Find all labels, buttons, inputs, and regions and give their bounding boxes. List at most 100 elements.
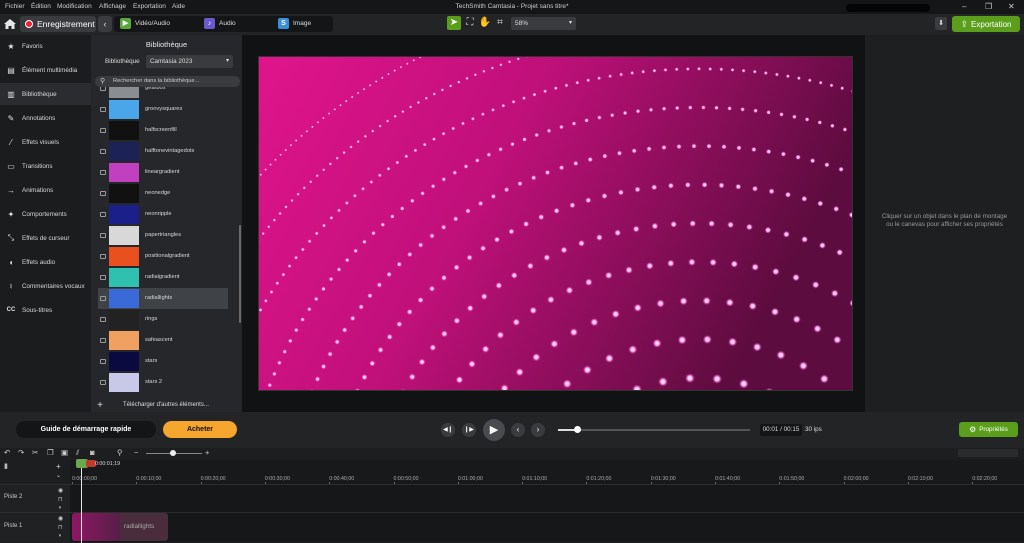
account-pill[interactable] [846, 4, 930, 12]
library-item[interactable]: papertriangles [98, 225, 228, 246]
item-checkbox[interactable] [100, 275, 106, 280]
item-checkbox[interactable] [100, 233, 106, 238]
download-icon[interactable]: ⬇ [935, 17, 947, 30]
item-checkbox[interactable] [100, 380, 106, 385]
sidebar-item-annotations[interactable]: ✎ Annotations [0, 107, 91, 129]
visibility-icon[interactable]: ◉ [58, 487, 63, 494]
copy-icon[interactable]: ❐ [47, 448, 54, 457]
select-arrow-icon[interactable]: ➤ [447, 16, 461, 30]
redo-icon[interactable]: ↷ [18, 448, 24, 457]
track-body-2[interactable] [70, 484, 1024, 514]
library-item[interactable]: radiallights [98, 288, 228, 309]
item-checkbox[interactable] [100, 107, 106, 112]
library-item[interactable]: halfscreenfill [98, 120, 228, 141]
sidebar-item-transitions[interactable]: ▭ Transitions [0, 155, 91, 177]
item-checkbox[interactable] [100, 254, 106, 259]
visibility-icon[interactable]: ◉ [58, 515, 63, 522]
library-item[interactable]: stars 2 [98, 372, 228, 393]
track-lock-icon[interactable]: ▮ [4, 462, 8, 470]
download-more-link[interactable]: Télécharger d'autres éléments... [123, 402, 209, 408]
add-track-icon[interactable]: + [56, 462, 61, 471]
cut-icon[interactable]: ✂ [32, 448, 38, 457]
library-item[interactable]: neonedge [98, 183, 228, 204]
item-checkbox[interactable] [100, 317, 106, 322]
timeline-options[interactable] [958, 449, 1018, 457]
item-checkbox[interactable] [100, 296, 106, 301]
properties-button[interactable]: ⚙ Propriétés [959, 422, 1018, 437]
sidebar-item-favorites[interactable]: ★ Favoris [0, 35, 91, 57]
library-item[interactable]: positionalgradient [98, 246, 228, 267]
quick-start-guide-button[interactable]: Guide de démarrage rapide [16, 421, 156, 438]
library-select[interactable]: Camtasia 2023 ▾ [146, 55, 233, 68]
camera-icon[interactable]: ◙ [90, 448, 95, 457]
zoom-select[interactable]: 58% ▾ [511, 17, 576, 30]
restore-icon[interactable]: ❐ [985, 2, 992, 11]
split-icon[interactable]: ⫽ [76, 448, 79, 458]
transform-icon[interactable]: ⛶ [463, 16, 477, 30]
collapse-panel-button[interactable]: ‹ [98, 16, 112, 32]
play-icon[interactable]: ▶ [483, 419, 505, 441]
scrub-track[interactable] [558, 429, 750, 431]
library-item[interactable]: rings [98, 309, 228, 330]
audio-icon[interactable]: ◖ [58, 505, 62, 511]
home-icon[interactable] [3, 17, 17, 31]
library-item[interactable]: groovysquares [98, 99, 228, 120]
sidebar-item-library[interactable]: ▥ Bibliothèque [0, 83, 91, 105]
buy-button[interactable]: Acheter [163, 421, 237, 438]
sidebar-item-audio-effects[interactable]: ◖ Effets audio [0, 251, 91, 273]
timeline-clip[interactable]: radiallights [72, 513, 168, 541]
library-item[interactable]: safeascent [98, 330, 228, 351]
paste-icon[interactable]: ▣ [61, 448, 68, 457]
item-checkbox[interactable] [100, 212, 106, 217]
close-icon[interactable]: ✕ [1008, 2, 1015, 11]
step-back-icon[interactable]: ◀❙ [441, 423, 455, 437]
library-item[interactable]: halftonevintagedots [98, 141, 228, 162]
zoom-icon[interactable]: ⚲ [117, 448, 123, 457]
tab-image[interactable]: S Image [278, 18, 311, 29]
sidebar-item-voice-narration[interactable]: ♮ Commentaires vocaux [0, 275, 91, 297]
sidebar-item-visual-effects[interactable]: ⁄ Effets visuels [0, 131, 91, 153]
library-item[interactable]: neonripple [98, 204, 228, 225]
record-button[interactable]: Enregistrement [20, 16, 96, 32]
library-search-input[interactable]: ⚲ Rechercher dans la bibliothèque... [95, 76, 240, 87]
sidebar-item-media[interactable]: ▤ Élément multimédia [0, 59, 91, 81]
library-item[interactable]: stars [98, 351, 228, 372]
preview-canvas[interactable] [258, 56, 853, 391]
item-checkbox[interactable] [100, 170, 106, 175]
sidebar-item-cursor-effects[interactable]: ⤡ Effets de curseur [0, 227, 91, 249]
library-item[interactable]: gearbox [98, 87, 228, 99]
item-checkbox[interactable] [100, 191, 106, 196]
step-forward-icon[interactable]: ❙▶ [462, 423, 476, 437]
item-checkbox[interactable] [100, 359, 106, 364]
timeline-zoom-handle[interactable] [170, 450, 176, 456]
sidebar-item-behaviors[interactable]: ✦ Comportements [0, 203, 91, 225]
library-scrollbar[interactable] [239, 225, 241, 323]
crop-icon[interactable]: ⌗ [493, 16, 507, 30]
previous-icon[interactable]: ‹ [511, 423, 525, 437]
track-header-1[interactable]: Piste 1 ◉ ⊓ ◖ [0, 512, 70, 542]
next-icon[interactable]: › [531, 423, 545, 437]
library-item[interactable]: lineargradient [98, 162, 228, 183]
sidebar-item-captions[interactable]: CC Sous-titres [0, 299, 91, 321]
sidebar-item-animations[interactable]: → Animations [0, 179, 91, 201]
zoom-in-icon[interactable]: + [205, 448, 209, 457]
lock-icon[interactable]: ⊓ [58, 524, 63, 531]
item-checkbox[interactable] [100, 338, 106, 343]
zoom-out-icon[interactable]: − [134, 448, 138, 457]
add-icon[interactable]: + [95, 401, 105, 411]
audio-icon[interactable]: ◖ [58, 533, 62, 539]
export-button[interactable]: ⇪ Exportation [952, 16, 1020, 32]
item-checkbox[interactable] [100, 87, 106, 91]
tab-video-audio[interactable]: ▶ Vidéo/Audio [120, 18, 170, 29]
lock-icon[interactable]: ⊓ [58, 496, 63, 503]
undo-icon[interactable]: ↶ [4, 448, 10, 457]
track-body-1[interactable] [70, 512, 1024, 542]
tab-audio[interactable]: ♪ Audio [204, 18, 236, 29]
library-item[interactable]: radialgradient [98, 267, 228, 288]
item-checkbox[interactable] [100, 149, 106, 154]
chevron-down-icon[interactable]: ⌄ [56, 472, 61, 479]
pan-hand-icon[interactable]: ✋ [478, 16, 492, 30]
track-header-2[interactable]: Piste 2 ◉ ⊓ ◖ [0, 484, 70, 514]
minimize-icon[interactable]: – [962, 2, 966, 11]
item-checkbox[interactable] [100, 128, 106, 133]
